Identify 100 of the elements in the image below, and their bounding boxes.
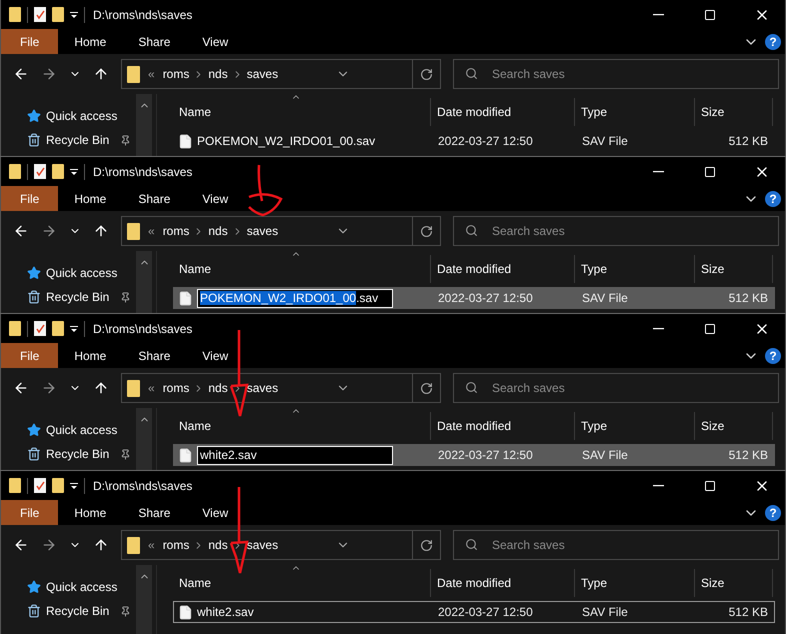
help-button[interactable]: ? [765,504,781,520]
sidebar-item[interactable]: Recycle Bin [46,604,110,618]
window-title: D:\roms\nds\saves [93,478,192,492]
overflow-glyph[interactable]: « [144,67,159,81]
maximize-icon [704,480,716,492]
type-cell-text: SAV File [581,291,629,305]
ribbon-tab[interactable]: Share [122,343,186,368]
breadcrumb-item[interactable]: nds [204,224,232,238]
rename-field[interactable]: white2.sav [197,446,393,464]
breadcrumb-item[interactable]: nds [204,67,232,81]
ribbon-tab[interactable]: Home [58,29,122,54]
file-row[interactable]: white2.sav 2022-03-27 12:50 SAV File 512 KB [173,601,775,623]
ribbon-tab[interactable]: File [1,500,58,525]
ribbon-tab[interactable]: View [186,186,244,211]
size-cell-text: 512 KB [728,448,769,462]
column-header[interactable]: Size [695,98,773,126]
maximize-icon [704,8,716,20]
column-header[interactable]: Name [173,412,431,440]
sidebar-item[interactable]: Quick access [46,109,118,123]
dropdown-icon[interactable] [70,324,78,332]
sidebar-item[interactable]: Recycle Bin [46,133,110,147]
properties-icon [34,164,46,179]
overflow-glyph[interactable]: « [144,538,159,552]
ribbon-tab[interactable]: Home [58,186,122,211]
address-bar[interactable]: « roms nds saves [121,530,441,560]
maximize-icon [704,322,716,334]
address-bar[interactable]: « roms nds saves [121,59,441,89]
breadcrumb-item[interactable]: saves [242,224,282,238]
file-row[interactable]: POKEMON_W2_IRDO01_00.sav 2022-03-27 12:50 SAV File 512 KB [173,287,775,309]
column-header[interactable]: Name [173,98,431,126]
column-header[interactable]: Date modified [431,255,575,283]
dropdown-icon[interactable] [70,168,78,176]
ribbon-tab[interactable]: Share [122,186,186,211]
dropdown-icon[interactable] [70,10,78,18]
folder-icon [52,164,64,179]
sidebar-item[interactable]: Quick access [46,580,118,594]
column-header[interactable]: Type [575,569,695,597]
column-header[interactable]: Size [695,569,773,597]
column-header[interactable]: Name [173,569,431,597]
search-field[interactable]: Search saves [453,530,779,560]
address-bar[interactable]: « roms nds saves [121,216,441,246]
pin-icon [120,606,132,616]
help-button[interactable]: ? [765,190,781,206]
file-row[interactable]: POKEMON_W2_IRDO01_00.sav 2022-03-27 12:50 SAV File 512 KB [173,130,775,152]
minimize-icon [652,170,664,172]
file-row[interactable]: white2.sav 2022-03-27 12:50 SAV File 512 KB [173,444,775,466]
breadcrumb-item[interactable]: nds [204,381,232,395]
properties-icon [34,321,46,336]
minimize-icon [652,14,664,16]
column-header[interactable]: Date modified [431,412,575,440]
ribbon-tab[interactable]: File [1,29,58,54]
column-header[interactable]: Name [173,255,431,283]
column-header[interactable]: Type [575,412,695,440]
ribbon-tab[interactable]: File [1,186,58,211]
size-cell-text: 512 KB [728,134,769,148]
help-button[interactable]: ? [765,348,781,364]
scrollbar[interactable] [136,251,152,313]
column-header[interactable]: Date modified [431,569,575,597]
column-header[interactable]: Date modified [431,98,575,126]
sidebar-item[interactable]: Recycle Bin [46,290,110,304]
ribbon-tab[interactable]: View [186,500,244,525]
ribbon-tab[interactable]: Share [122,500,186,525]
breadcrumb-item[interactable]: roms [158,538,194,552]
scrollbar[interactable] [136,565,152,634]
folder-icon [9,321,21,336]
scrollbar[interactable] [136,408,152,470]
scrollbar[interactable] [136,94,152,156]
column-header[interactable]: Type [575,255,695,283]
window-title: D:\roms\nds\saves [93,8,192,22]
ribbon-tab[interactable]: Share [122,29,186,54]
breadcrumb-item[interactable]: roms [158,67,194,81]
column-header[interactable]: Type [575,98,695,126]
address-bar[interactable]: « roms nds saves [121,373,441,403]
search-field[interactable]: Search saves [453,216,779,246]
breadcrumb-item[interactable]: saves [242,538,282,552]
breadcrumb-item[interactable]: roms [158,224,194,238]
search-field[interactable]: Search saves [453,59,779,89]
folder-icon [9,164,21,179]
sidebar-item[interactable]: Quick access [46,266,118,280]
help-button[interactable]: ? [765,34,781,50]
search-field[interactable]: Search saves [453,373,779,403]
overflow-glyph[interactable]: « [144,381,159,395]
overflow-glyph[interactable]: « [144,224,159,238]
breadcrumb-item[interactable]: saves [242,67,282,81]
rename-field[interactable]: POKEMON_W2_IRDO01_00.sav [197,288,393,308]
date-cell-text: 2022-03-27 12:50 [437,134,534,148]
breadcrumb-item[interactable]: roms [158,381,194,395]
column-header[interactable]: Size [695,412,773,440]
ribbon-tab[interactable]: File [1,343,58,368]
ribbon-tab[interactable]: View [186,29,244,54]
breadcrumb-item[interactable]: nds [204,538,232,552]
column-header[interactable]: Size [695,255,773,283]
sidebar-item[interactable]: Recycle Bin [46,447,110,461]
ribbon-tab[interactable]: Home [58,343,122,368]
breadcrumb-item[interactable]: saves [242,381,282,395]
folder-icon [9,478,21,493]
ribbon-tab[interactable]: Home [58,500,122,525]
ribbon-tab[interactable]: View [186,343,244,368]
dropdown-icon[interactable] [70,482,78,490]
sidebar-item[interactable]: Quick access [46,423,118,437]
